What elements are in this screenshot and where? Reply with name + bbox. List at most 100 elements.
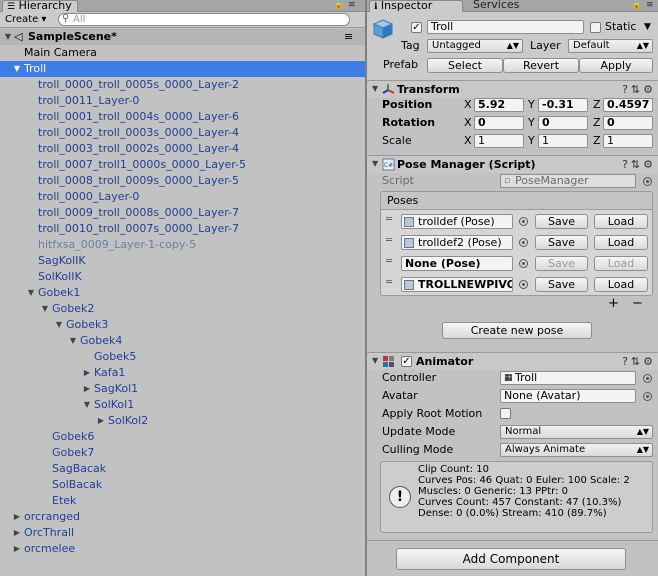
gear-icon[interactable]: ⚙	[643, 355, 656, 368]
pose-load-button[interactable]: Load	[594, 235, 648, 250]
hierarchy-item[interactable]: Gobek6	[0, 429, 365, 445]
scene-expand-arrow-icon[interactable]: ▼	[3, 29, 13, 45]
hierarchy-item[interactable]: SolKolIK	[0, 269, 365, 285]
transform-header[interactable]: ▼ Transform ?⇅⚙	[367, 80, 658, 98]
pose-object-field[interactable]: TROLLNEWPIVO	[401, 277, 513, 292]
pose-save-button[interactable]: Save	[535, 256, 588, 271]
rotation-z-field[interactable]: 0	[603, 116, 653, 130]
lock-icon[interactable]: 🔒	[333, 0, 344, 10]
tab-hierarchy[interactable]: ☰ Hierarchy	[2, 0, 78, 12]
static-checkbox[interactable]	[590, 22, 601, 33]
tab-services[interactable]: Services	[467, 0, 519, 12]
pose-load-button[interactable]: Load	[594, 214, 648, 229]
rotation-y-field[interactable]: 0	[538, 116, 588, 130]
expanded-arrow-icon[interactable]: ▼	[12, 61, 22, 77]
hierarchy-item[interactable]: troll_0007_troll1_0000s_0000_Layer-5	[0, 157, 365, 173]
pose-object-field[interactable]: trolldef (Pose)	[401, 214, 513, 229]
apply-root-motion-checkbox[interactable]	[500, 408, 511, 419]
gear-icon[interactable]: ⚙	[643, 158, 656, 171]
object-picker-icon[interactable]	[519, 259, 528, 268]
pose-object-field[interactable]: trolldef2 (Pose)	[401, 235, 513, 250]
collapsed-arrow-icon[interactable]: ▶	[12, 541, 22, 557]
animator-enabled-checkbox[interactable]: ✓	[401, 356, 412, 367]
help-icon[interactable]: ?	[622, 83, 631, 96]
hierarchy-item[interactable]: ▼ SolKol1	[0, 397, 365, 413]
hierarchy-item[interactable]: SagBacak	[0, 461, 365, 477]
hierarchy-item[interactable]: hitfxsa_0009_Layer-1-copy-5	[0, 237, 365, 253]
drag-handle-icon[interactable]: ═	[386, 235, 392, 246]
fold-arrow-icon[interactable]: ▼	[372, 84, 378, 93]
drag-handle-icon[interactable]: ═	[386, 214, 392, 225]
expanded-arrow-icon[interactable]: ▼	[54, 317, 64, 333]
controller-field[interactable]: ▦ Troll	[500, 371, 636, 385]
scene-row[interactable]: ▼ ◁ SampleScene* ≡	[0, 29, 365, 45]
preset-icon[interactable]: ⇅	[631, 83, 643, 96]
hierarchy-item[interactable]: troll_0002_troll_0003s_0000_Layer-4	[0, 125, 365, 141]
expanded-arrow-icon[interactable]: ▼	[26, 285, 36, 301]
static-dropdown-icon[interactable]: ▼	[644, 20, 651, 34]
hierarchy-item[interactable]: ▼ Gobek3	[0, 317, 365, 333]
object-name-field[interactable]: Troll	[427, 20, 584, 34]
hierarchy-item[interactable]: ▶ SolKol2	[0, 413, 365, 429]
prefab-apply-button[interactable]: Apply	[579, 58, 653, 73]
remove-pose-button[interactable]: −	[632, 297, 643, 311]
panel-menu-icon[interactable]: ≡	[348, 0, 356, 10]
active-checkbox[interactable]: ✓	[411, 22, 422, 33]
hierarchy-item[interactable]: ▶ OrcThrall	[0, 525, 365, 541]
hierarchy-item[interactable]: troll_0008_troll_0009s_0000_Layer-5	[0, 173, 365, 189]
help-icon[interactable]: ?	[622, 355, 631, 368]
lock-icon[interactable]: 🔒	[631, 0, 642, 10]
prefab-select-button[interactable]: Select	[427, 58, 503, 73]
scene-menu-icon[interactable]: ≡	[344, 29, 353, 45]
hierarchy-item[interactable]: troll_0003_troll_0002s_0000_Layer-4	[0, 141, 365, 157]
hierarchy-item[interactable]: SolBacak	[0, 477, 365, 493]
hierarchy-item[interactable]: SagKolIK	[0, 253, 365, 269]
fold-arrow-icon[interactable]: ▼	[372, 356, 378, 365]
collapsed-arrow-icon[interactable]: ▶	[96, 413, 106, 429]
panel-menu-icon[interactable]: ≡	[646, 0, 654, 10]
preset-icon[interactable]: ⇅	[631, 355, 643, 368]
create-button[interactable]: Create ▾	[2, 14, 54, 26]
hierarchy-item[interactable]: troll_0011_Layer-0	[0, 93, 365, 109]
object-picker-icon[interactable]	[643, 177, 652, 186]
layer-dropdown[interactable]: Default ▲▼	[568, 39, 653, 53]
hierarchy-item[interactable]: ▼ Troll	[0, 61, 365, 77]
fold-arrow-icon[interactable]: ▼	[372, 159, 378, 168]
object-picker-icon[interactable]	[519, 238, 528, 247]
component-header-icons[interactable]: ?⇅⚙	[622, 83, 656, 96]
animator-header[interactable]: ▼ ✓ Animator ?⇅⚙	[367, 352, 658, 370]
position-y-field[interactable]: -0.31	[538, 98, 588, 112]
hierarchy-item[interactable]: ▶ Kafa1	[0, 365, 365, 381]
tag-dropdown[interactable]: Untagged ▲▼	[427, 39, 523, 53]
scale-z-field[interactable]: 1	[603, 134, 653, 148]
tab-inspector[interactable]: ℹ Inspector	[369, 0, 463, 12]
collapsed-arrow-icon[interactable]: ▶	[82, 381, 92, 397]
pose-load-button[interactable]: Load	[594, 277, 648, 292]
search-input[interactable]: ⚲ All	[58, 13, 350, 26]
prefab-revert-button[interactable]: Revert	[503, 58, 579, 73]
object-picker-icon[interactable]	[519, 217, 528, 226]
object-picker-icon[interactable]	[643, 374, 652, 383]
drag-handle-icon[interactable]: ═	[386, 256, 392, 267]
hierarchy-item[interactable]: Etek	[0, 493, 365, 509]
help-icon[interactable]: ?	[622, 158, 631, 171]
culling-mode-dropdown[interactable]: Always Animate ▲▼	[500, 443, 653, 457]
component-header-icons[interactable]: ?⇅⚙	[622, 158, 656, 171]
drag-handle-icon[interactable]: ═	[386, 277, 392, 288]
expanded-arrow-icon[interactable]: ▼	[82, 397, 92, 413]
collapsed-arrow-icon[interactable]: ▶	[12, 525, 22, 541]
pose-save-button[interactable]: Save	[535, 214, 588, 229]
object-picker-icon[interactable]	[519, 280, 528, 289]
pose-load-button[interactable]: Load	[594, 256, 648, 271]
hierarchy-item[interactable]: troll_0000_Layer-0	[0, 189, 365, 205]
hierarchy-item[interactable]: Gobek7	[0, 445, 365, 461]
pose-manager-header[interactable]: ▼ C# Pose Manager (Script) ?⇅⚙	[367, 155, 658, 173]
hierarchy-item[interactable]: ▶ orcmelee	[0, 541, 365, 557]
component-header-icons[interactable]: ?⇅⚙	[622, 355, 656, 368]
collapsed-arrow-icon[interactable]: ▶	[82, 365, 92, 381]
pose-object-field[interactable]: None (Pose)	[401, 256, 513, 271]
update-mode-dropdown[interactable]: Normal ▲▼	[500, 425, 653, 439]
pose-save-button[interactable]: Save	[535, 235, 588, 250]
create-new-pose-button[interactable]: Create new pose	[442, 322, 592, 339]
object-picker-icon[interactable]	[643, 392, 652, 401]
